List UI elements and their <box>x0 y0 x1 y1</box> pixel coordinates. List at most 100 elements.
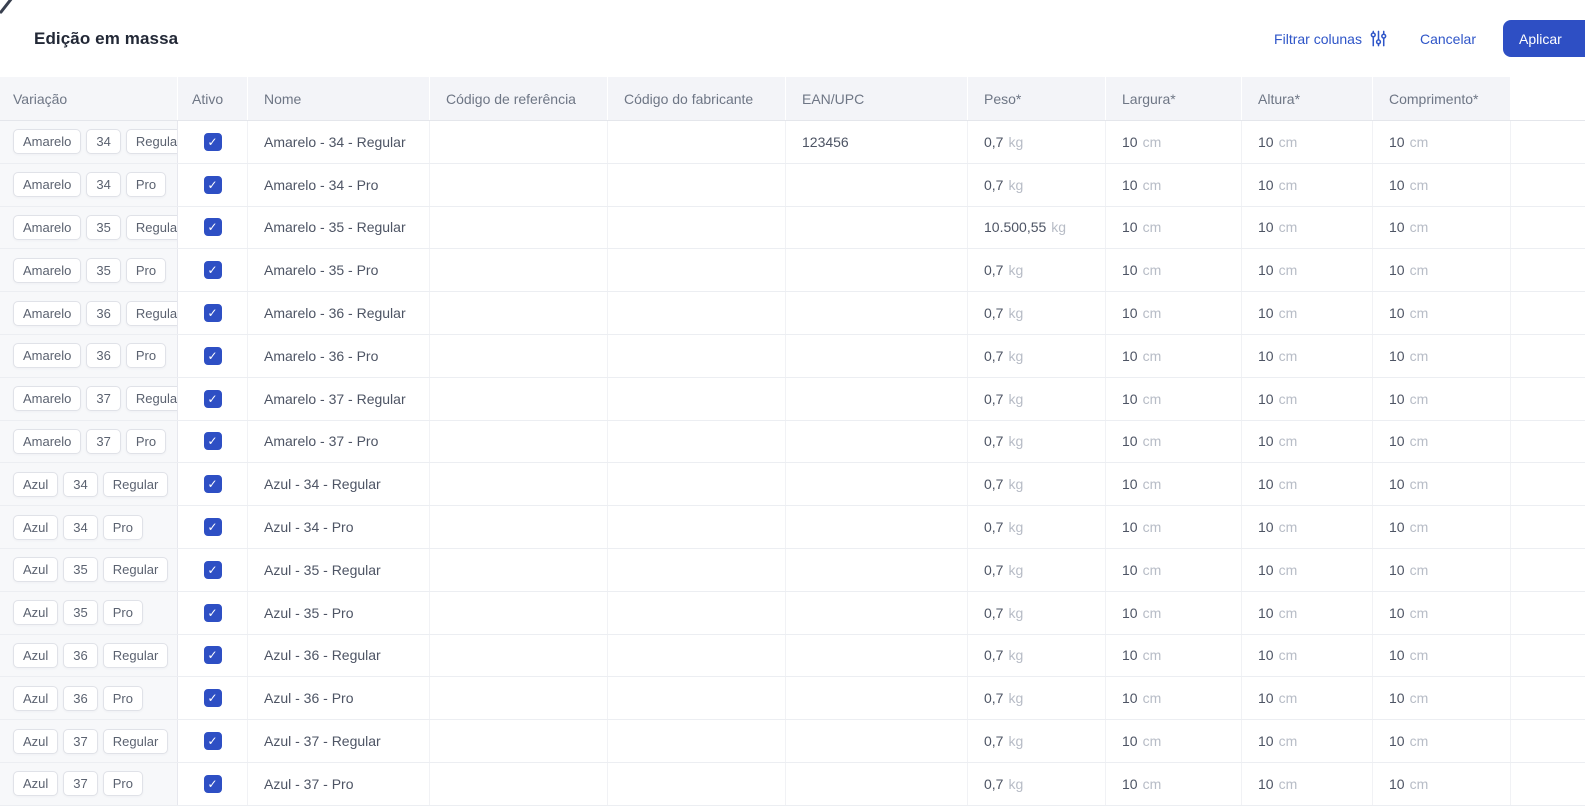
cell-altura[interactable]: 10 cm <box>1242 463 1373 506</box>
active-checkbox[interactable] <box>203 518 222 537</box>
cell-largura[interactable]: 10 cm <box>1106 634 1242 677</box>
cancel-button[interactable]: Cancelar <box>1420 31 1476 47</box>
cell-codigo-fabricante[interactable] <box>608 377 786 420</box>
cell-comprimento[interactable]: 10 cm <box>1373 249 1511 292</box>
active-checkbox[interactable] <box>203 218 222 237</box>
cell-comprimento[interactable]: 10 cm <box>1373 377 1511 420</box>
cell-altura[interactable]: 10 cm <box>1242 677 1373 720</box>
cell-ean-upc[interactable] <box>786 506 968 548</box>
cell-codigo-referencia[interactable] <box>430 377 608 420</box>
cell-peso[interactable]: 0,7 kg <box>968 634 1106 677</box>
cell-largura[interactable]: 10 cm <box>1106 548 1242 591</box>
cell-largura[interactable]: 10 cm <box>1106 163 1242 206</box>
cell-codigo-fabricante[interactable] <box>608 163 786 206</box>
cell-altura[interactable]: 10 cm <box>1242 420 1373 463</box>
cell-altura[interactable]: 10 cm <box>1242 292 1373 334</box>
cell-ean-upc[interactable] <box>786 591 968 634</box>
cell-peso[interactable]: 0,7 kg <box>968 677 1106 720</box>
cell-largura[interactable]: 10 cm <box>1106 677 1242 720</box>
cell-largura[interactable]: 10 cm <box>1106 334 1242 377</box>
active-checkbox[interactable] <box>203 346 222 365</box>
cell-altura[interactable]: 10 cm <box>1242 548 1373 591</box>
cell-peso[interactable]: 0,7 kg <box>968 121 1106 163</box>
cell-largura[interactable]: 10 cm <box>1106 506 1242 548</box>
cell-codigo-fabricante[interactable] <box>608 548 786 591</box>
cell-altura[interactable]: 10 cm <box>1242 506 1373 548</box>
cell-codigo-referencia[interactable] <box>430 720 608 762</box>
cell-peso[interactable]: 0,7 kg <box>968 463 1106 506</box>
cell-altura[interactable]: 10 cm <box>1242 377 1373 420</box>
active-checkbox[interactable] <box>203 603 222 622</box>
cell-nome[interactable]: Azul - 35 - Regular <box>248 548 430 591</box>
cell-ean-upc[interactable]: 123456 <box>786 121 968 163</box>
cell-comprimento[interactable]: 10 cm <box>1373 292 1511 334</box>
active-checkbox[interactable] <box>203 132 222 151</box>
cell-codigo-fabricante[interactable] <box>608 206 786 249</box>
active-checkbox[interactable] <box>203 475 222 494</box>
cell-largura[interactable]: 10 cm <box>1106 249 1242 292</box>
cell-altura[interactable]: 10 cm <box>1242 206 1373 249</box>
cell-ean-upc[interactable] <box>786 634 968 677</box>
cell-peso[interactable]: 0,7 kg <box>968 420 1106 463</box>
cell-codigo-fabricante[interactable] <box>608 121 786 163</box>
cell-comprimento[interactable]: 10 cm <box>1373 121 1511 163</box>
cell-altura[interactable]: 10 cm <box>1242 591 1373 634</box>
cell-codigo-referencia[interactable] <box>430 292 608 334</box>
cell-nome[interactable]: Azul - 37 - Pro <box>248 762 430 805</box>
active-checkbox[interactable] <box>203 304 222 323</box>
cell-codigo-fabricante[interactable] <box>608 762 786 805</box>
active-checkbox[interactable] <box>203 646 222 665</box>
cell-nome[interactable]: Azul - 36 - Pro <box>248 677 430 720</box>
cell-codigo-referencia[interactable] <box>430 591 608 634</box>
cell-ean-upc[interactable] <box>786 762 968 805</box>
cell-peso[interactable]: 0,7 kg <box>968 720 1106 762</box>
cell-nome[interactable]: Azul - 36 - Regular <box>248 634 430 677</box>
cell-altura[interactable]: 10 cm <box>1242 163 1373 206</box>
cell-largura[interactable]: 10 cm <box>1106 121 1242 163</box>
cell-codigo-referencia[interactable] <box>430 506 608 548</box>
cell-peso[interactable]: 0,7 kg <box>968 377 1106 420</box>
cell-peso[interactable]: 10.500,55 kg <box>968 206 1106 249</box>
cell-ean-upc[interactable] <box>786 548 968 591</box>
cell-ean-upc[interactable] <box>786 334 968 377</box>
cell-largura[interactable]: 10 cm <box>1106 720 1242 762</box>
cell-largura[interactable]: 10 cm <box>1106 762 1242 805</box>
cell-comprimento[interactable]: 10 cm <box>1373 506 1511 548</box>
cell-codigo-referencia[interactable] <box>430 420 608 463</box>
active-checkbox[interactable] <box>203 732 222 751</box>
cell-codigo-referencia[interactable] <box>430 163 608 206</box>
cell-comprimento[interactable]: 10 cm <box>1373 591 1511 634</box>
cell-largura[interactable]: 10 cm <box>1106 420 1242 463</box>
cell-ean-upc[interactable] <box>786 206 968 249</box>
cell-nome[interactable]: Azul - 37 - Regular <box>248 720 430 762</box>
cell-comprimento[interactable]: 10 cm <box>1373 634 1511 677</box>
cell-comprimento[interactable]: 10 cm <box>1373 720 1511 762</box>
cell-ean-upc[interactable] <box>786 163 968 206</box>
cell-altura[interactable]: 10 cm <box>1242 762 1373 805</box>
cell-comprimento[interactable]: 10 cm <box>1373 762 1511 805</box>
cell-peso[interactable]: 0,7 kg <box>968 506 1106 548</box>
cell-codigo-referencia[interactable] <box>430 634 608 677</box>
cell-codigo-fabricante[interactable] <box>608 249 786 292</box>
cell-nome[interactable]: Amarelo - 34 - Pro <box>248 163 430 206</box>
cell-ean-upc[interactable] <box>786 463 968 506</box>
cell-peso[interactable]: 0,7 kg <box>968 591 1106 634</box>
cell-altura[interactable]: 10 cm <box>1242 334 1373 377</box>
cell-comprimento[interactable]: 10 cm <box>1373 463 1511 506</box>
cell-codigo-fabricante[interactable] <box>608 420 786 463</box>
cell-nome[interactable]: Amarelo - 37 - Pro <box>248 420 430 463</box>
cell-nome[interactable]: Amarelo - 34 - Regular <box>248 121 430 163</box>
active-checkbox[interactable] <box>203 432 222 451</box>
active-checkbox[interactable] <box>203 774 222 793</box>
cell-largura[interactable]: 10 cm <box>1106 591 1242 634</box>
cell-codigo-fabricante[interactable] <box>608 463 786 506</box>
cell-comprimento[interactable]: 10 cm <box>1373 334 1511 377</box>
cell-ean-upc[interactable] <box>786 720 968 762</box>
cell-altura[interactable]: 10 cm <box>1242 249 1373 292</box>
cell-altura[interactable]: 10 cm <box>1242 634 1373 677</box>
cell-peso[interactable]: 0,7 kg <box>968 334 1106 377</box>
cell-nome[interactable]: Amarelo - 35 - Regular <box>248 206 430 249</box>
cell-peso[interactable]: 0,7 kg <box>968 249 1106 292</box>
cell-nome[interactable]: Azul - 34 - Regular <box>248 463 430 506</box>
cell-codigo-referencia[interactable] <box>430 677 608 720</box>
